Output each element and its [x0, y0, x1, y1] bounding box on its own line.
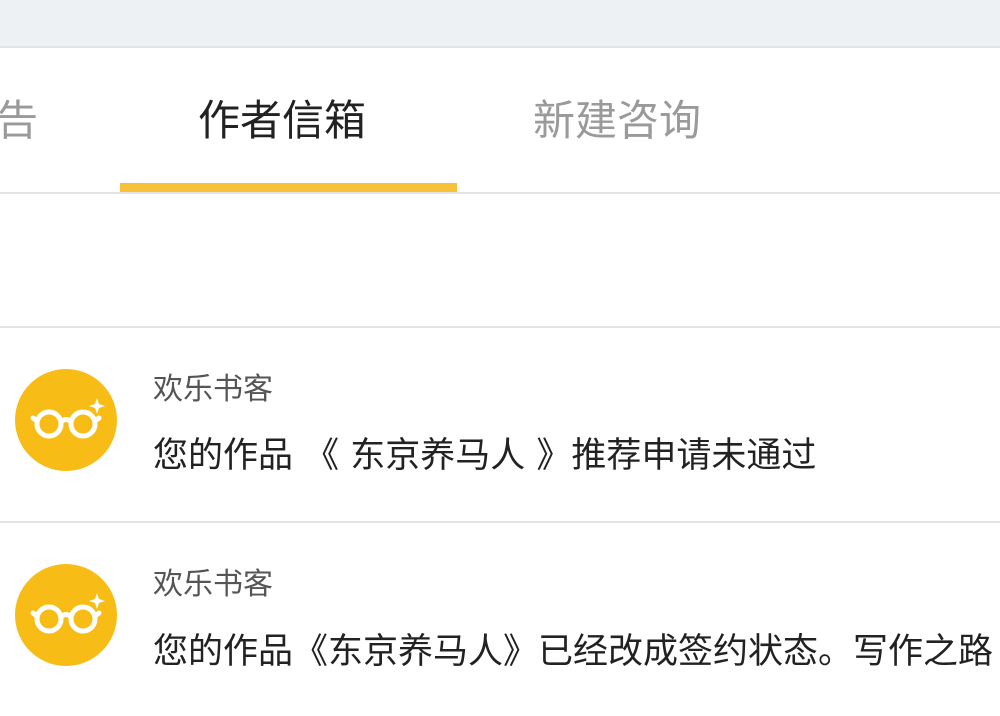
list-item[interactable]: 欢乐书客 您的作品《东京养马人》已经改成签约状态。写作之路 — [0, 523, 1000, 716]
message-text: 您的作品《东京养马人》已经改成签约状态。写作之路 — [153, 632, 994, 672]
active-tab-indicator — [120, 183, 457, 192]
message-text: 您的作品 《 东京养马人 》推荐申请未通过 — [153, 436, 817, 476]
tab-notice[interactable]: 告 — [0, 96, 38, 146]
tab-bar: 告 作者信箱 新建咨询 — [0, 48, 1000, 194]
message-sender: 欢乐书客 — [153, 372, 273, 407]
top-status-bar — [0, 0, 1000, 48]
list-item[interactable]: 欢乐书客 您的作品 《 东京养马人 》推荐申请未通过 — [0, 328, 1000, 523]
avatar — [15, 564, 117, 666]
tab-new-inquiry[interactable]: 新建咨询 — [533, 96, 701, 146]
blank-header-area — [0, 194, 1000, 328]
avatar — [15, 369, 117, 471]
message-sender: 欢乐书客 — [153, 567, 273, 602]
glasses-icon — [30, 398, 105, 439]
tab-author-mailbox[interactable]: 作者信箱 — [198, 96, 366, 146]
glasses-icon — [30, 593, 105, 634]
